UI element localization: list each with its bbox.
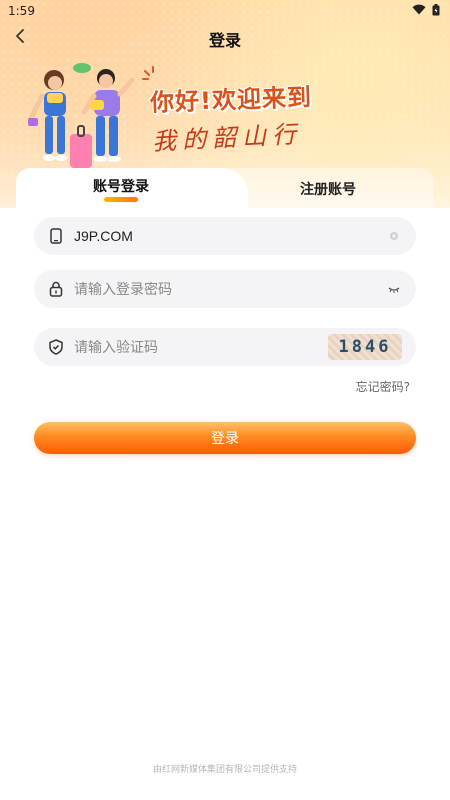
lock-icon bbox=[48, 281, 64, 297]
login-card: 账号登录 注册账号 bbox=[0, 168, 450, 800]
captcha-input[interactable] bbox=[74, 339, 328, 355]
phone-icon bbox=[48, 228, 64, 244]
password-field bbox=[34, 270, 416, 308]
captcha-image[interactable]: 1846 bbox=[328, 334, 402, 360]
wifi-icon bbox=[412, 4, 426, 18]
status-icons bbox=[412, 3, 440, 19]
tab-active-indicator bbox=[104, 197, 138, 202]
captcha-field: 1846 bbox=[34, 328, 416, 366]
back-button[interactable] bbox=[8, 26, 32, 50]
tab-account-login[interactable]: 账号登录 bbox=[76, 174, 166, 204]
battery-icon bbox=[432, 3, 440, 19]
account-field bbox=[34, 217, 416, 255]
password-input[interactable] bbox=[74, 281, 386, 297]
tab-account-login-label: 账号登录 bbox=[93, 179, 149, 195]
welcome-text: 你好!欢迎来到 bbox=[149, 83, 313, 117]
account-input[interactable] bbox=[74, 228, 386, 244]
tab-register-account[interactable]: 注册账号 bbox=[278, 174, 378, 204]
login-button[interactable]: 登录 bbox=[34, 422, 416, 454]
tab-register-account-label: 注册账号 bbox=[300, 182, 356, 198]
forgot-password-link[interactable]: 忘记密码? bbox=[356, 378, 410, 395]
navigation-bar: 登录 bbox=[0, 22, 450, 56]
page-title: 登录 bbox=[208, 31, 241, 50]
status-time: 1:59 bbox=[8, 4, 35, 18]
chevron-left-icon bbox=[14, 28, 26, 48]
status-bar: 1:59 bbox=[0, 0, 450, 22]
shield-icon bbox=[48, 339, 64, 355]
eye-closed-icon[interactable] bbox=[386, 281, 402, 297]
footer-credit: 由红网新媒体集团有限公司提供支持 bbox=[152, 765, 297, 775]
clear-input-icon[interactable] bbox=[386, 228, 402, 244]
travelers-illustration bbox=[27, 60, 148, 172]
